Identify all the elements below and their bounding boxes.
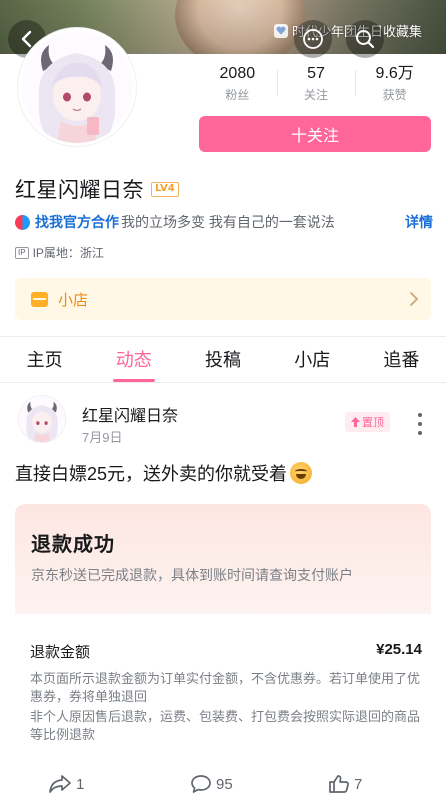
comment-icon xyxy=(191,775,211,793)
avatar-illustration xyxy=(21,31,133,143)
profile-name: 红星闪耀日奈 xyxy=(15,179,144,202)
share-icon xyxy=(49,775,71,793)
ip-location-text: IP属地：浙江 xyxy=(32,246,104,260)
shop-entry[interactable]: 小店 xyxy=(15,278,431,320)
shop-label: 小店 xyxy=(58,291,89,309)
stat-number: 9.6万 xyxy=(375,65,414,82)
stat-following[interactable]: 57 关注 xyxy=(276,64,356,103)
bio-detail-link[interactable]: 详情 xyxy=(405,212,433,232)
thumbs-up-icon xyxy=(329,775,349,793)
bio-text: 我的立场多变 我有自己的一套说法 xyxy=(121,214,335,230)
refund-image-card[interactable]: 退款成功 京东秒送已完成退款，具体到账时间请查询支付账户 xyxy=(15,504,431,614)
stat-number: 57 xyxy=(307,65,325,82)
refund-note: 本页面所示退款金额为订单实付金额，不含优惠券。若订单使用了优惠券，券将单独退回 xyxy=(30,671,421,704)
tab-anime[interactable]: 追番 xyxy=(357,337,446,382)
ip-icon: IP xyxy=(15,246,29,259)
refund-amount-label: 退款金额 xyxy=(30,644,91,661)
search-button[interactable] xyxy=(346,20,384,58)
stat-label: 关注 xyxy=(304,88,329,102)
avatar-illustration xyxy=(19,396,65,442)
comment-count: 95 xyxy=(216,775,233,793)
more-vertical-icon xyxy=(418,413,422,417)
tab-uploads[interactable]: 投稿 xyxy=(178,337,267,382)
post-text: 直接白嫖25元，送外卖的你就受着 xyxy=(15,460,313,486)
post-author-avatar[interactable] xyxy=(18,395,66,443)
post-author-name[interactable]: 红星闪耀日奈 xyxy=(82,402,178,426)
refund-amount-value: ¥25.14 xyxy=(376,641,422,658)
share-button[interactable]: 1 xyxy=(48,774,84,794)
post-text-content: 直接白嫖25元，送外卖的你就受着 xyxy=(15,464,288,484)
profile-stats: 2080 粉丝 57 关注 9.6万 获赞 xyxy=(198,64,434,103)
official-cooperation-link[interactable]: 找我官方合作 xyxy=(35,212,119,232)
search-icon xyxy=(356,30,375,49)
stat-label: 粉丝 xyxy=(225,88,250,102)
more-options-button[interactable] xyxy=(294,20,332,58)
shop-icon xyxy=(31,291,48,307)
like-button[interactable]: 7 xyxy=(328,774,362,794)
post-action-bar: 1 95 7 xyxy=(0,770,446,800)
level-badge: LV4 xyxy=(151,181,179,197)
refund-description: 京东秒送已完成退款，具体到账时间请查询支付账户 xyxy=(31,567,353,583)
chevron-right-icon xyxy=(410,292,419,306)
profile-name-row: 红星闪耀日奈 LV4 xyxy=(15,174,179,204)
refund-note: 非个人原因售后退款，运费、包装费、打包费会按照实际退回的商品等比例退款 xyxy=(30,709,421,742)
official-cooperation-icon xyxy=(15,214,30,230)
ip-location: IP IP属地：浙江 xyxy=(15,244,104,261)
stat-followers[interactable]: 2080 粉丝 xyxy=(198,64,277,103)
pinned-label: 置顶 xyxy=(362,417,384,429)
follow-button[interactable]: 十关注 xyxy=(199,116,431,152)
profile-bio: 找我官方合作 我的立场多变 我有自己的一套说法 详情 xyxy=(15,212,433,232)
tab-shop[interactable]: 小店 xyxy=(268,337,357,382)
comment-button[interactable]: 95 xyxy=(190,774,233,794)
profile-tabs: 主页 动态 投稿 小店 追番 xyxy=(0,337,446,383)
laugh-emoji-icon xyxy=(290,462,313,484)
like-count: 7 xyxy=(354,775,363,793)
collection-heart-icon xyxy=(274,23,288,38)
share-count: 1 xyxy=(76,775,85,793)
more-horizontal-icon xyxy=(303,29,323,49)
stat-label: 获赞 xyxy=(382,88,407,102)
chevron-left-icon xyxy=(21,30,32,48)
tab-dynamics[interactable]: 动态 xyxy=(89,337,178,382)
pinned-badge: 置顶 xyxy=(345,412,390,432)
post-date: 7月9日 xyxy=(82,430,123,445)
stat-likes[interactable]: 9.6万 获赞 xyxy=(355,64,434,103)
refund-title: 退款成功 xyxy=(31,534,115,556)
pin-icon xyxy=(351,417,360,427)
post-more-button[interactable] xyxy=(410,413,430,435)
stat-number: 2080 xyxy=(219,65,256,82)
profile-avatar[interactable] xyxy=(18,28,136,146)
tab-home[interactable]: 主页 xyxy=(0,337,89,382)
